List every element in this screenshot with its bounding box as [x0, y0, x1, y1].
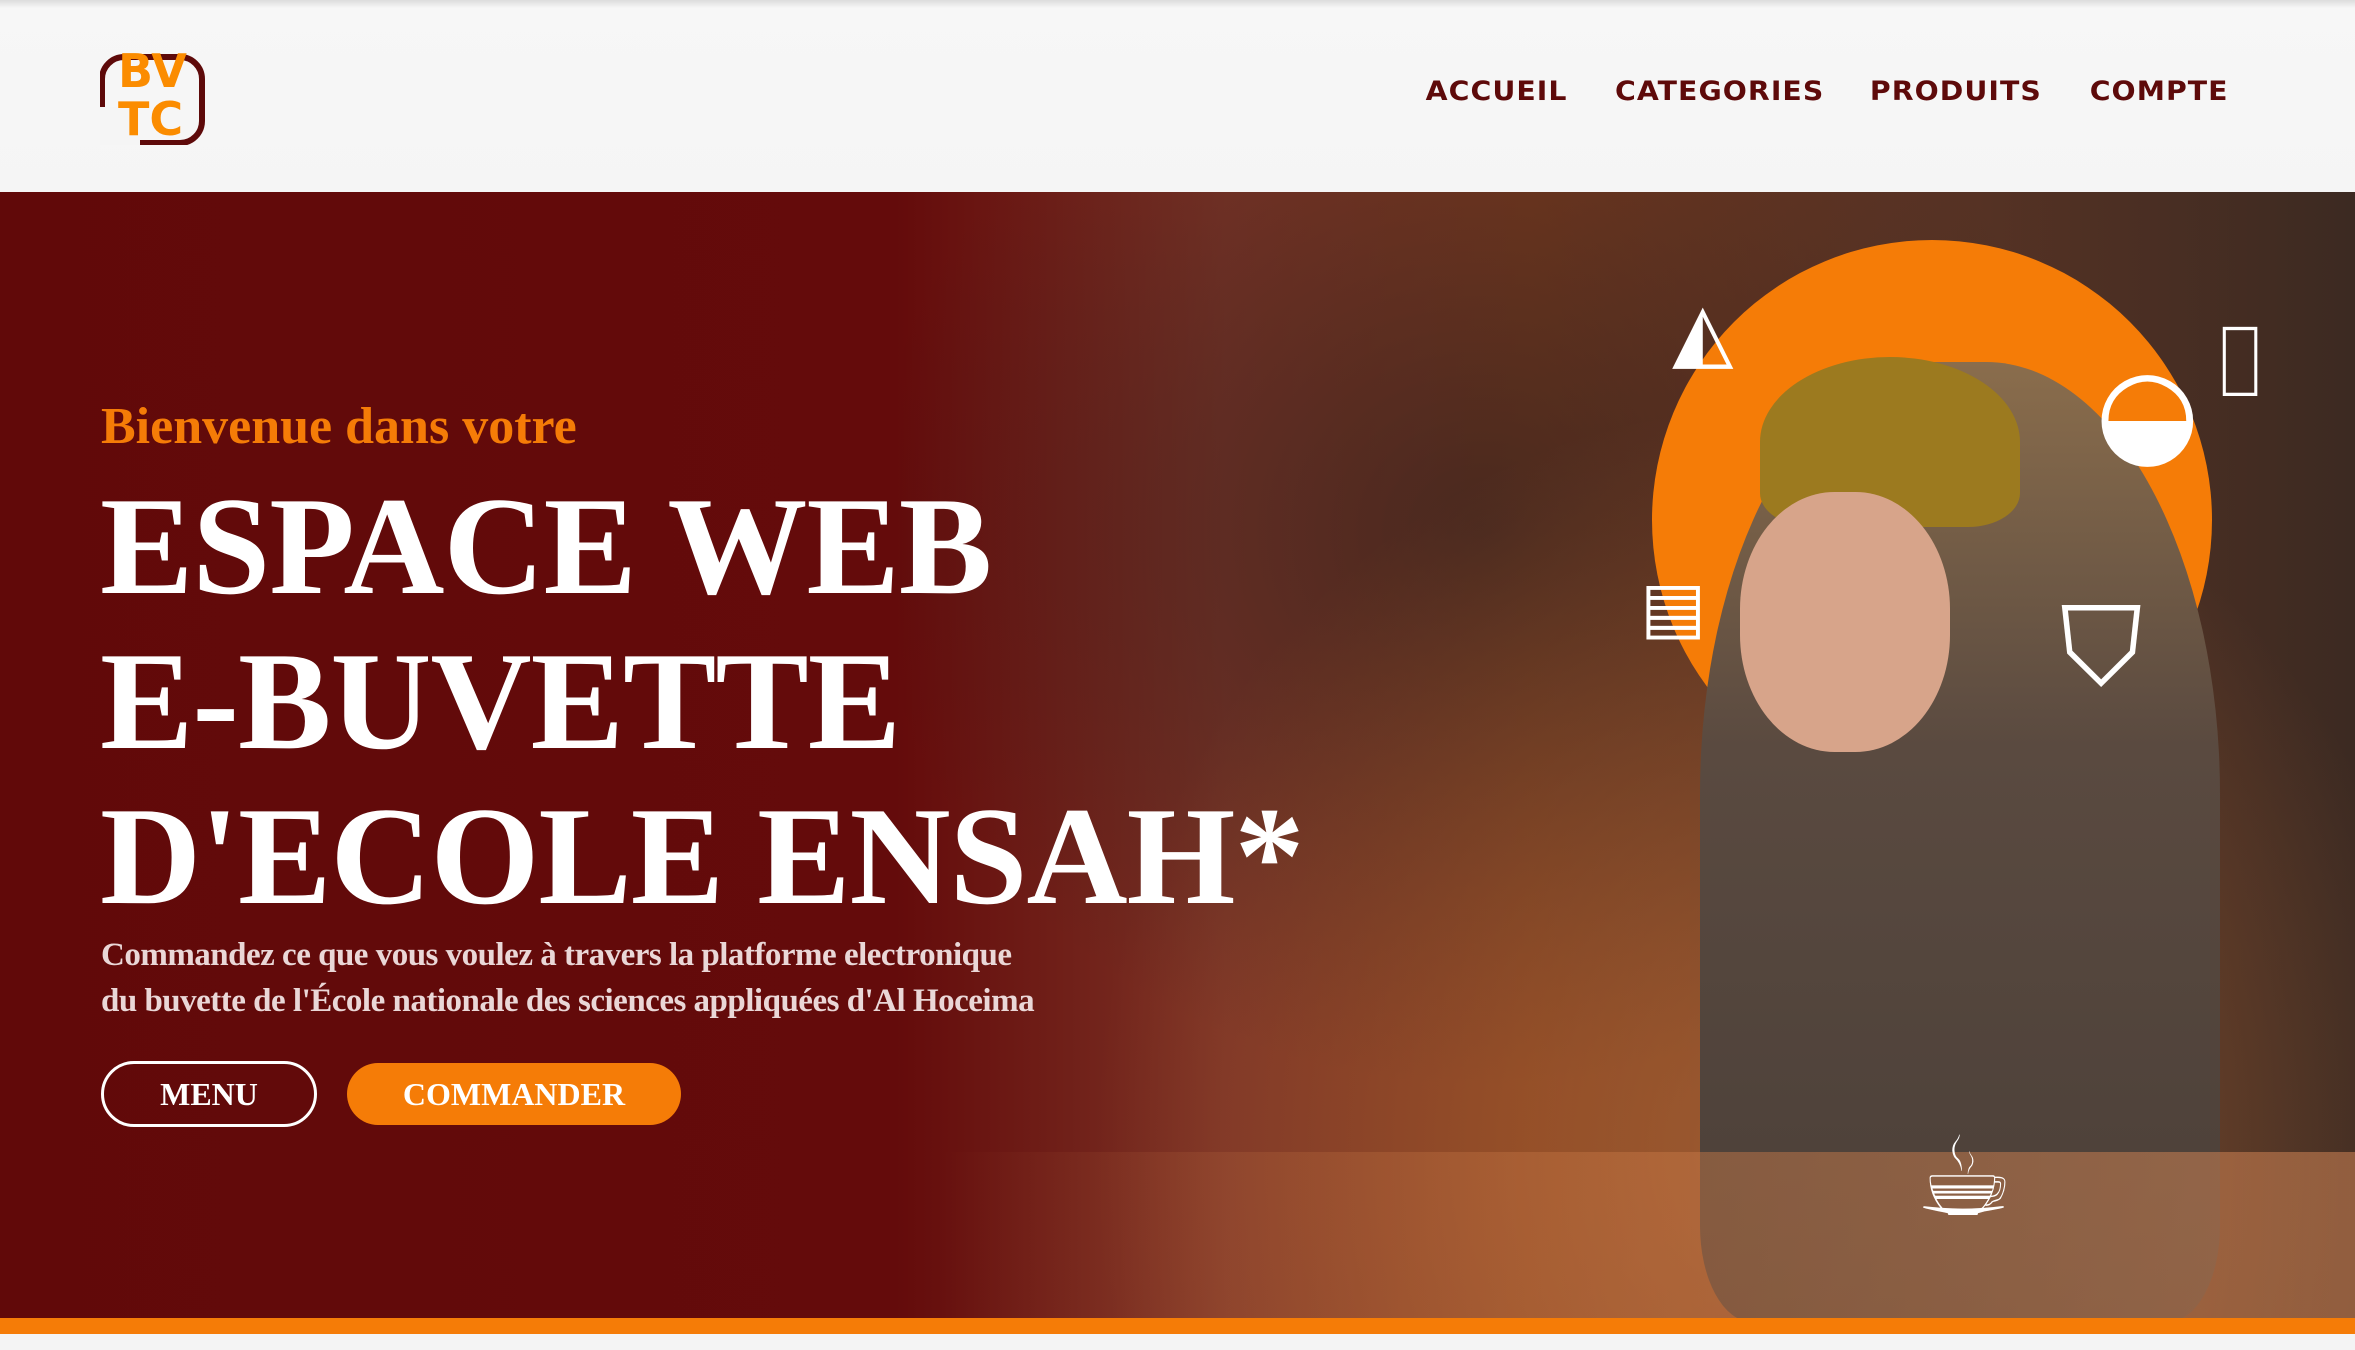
cake-icon: ◭ — [1672, 285, 1734, 378]
hero-subtitle: Commandez ce que vous voulez à travers l… — [101, 932, 1201, 1024]
hero-title-line-2: E-BUVETTE — [100, 624, 901, 779]
header: BV TC ACCUEIL CATEGORIES PRODUITS COMPTE — [0, 0, 2355, 192]
svg-text:BV: BV — [118, 44, 187, 98]
hero-title-line-3: D'ECOLE ENSAH* — [100, 779, 1304, 934]
drink-icon: ⌷ — [2210, 303, 2270, 420]
welcome-text: Bienvenue dans votre — [101, 398, 577, 455]
hero-title-line-1: ESPACE WEB — [100, 469, 992, 624]
main-nav: ACCUEIL CATEGORIES PRODUITS COMPTE — [1426, 76, 2228, 107]
nav-accueil[interactable]: ACCUEIL — [1426, 76, 1568, 107]
nav-compte[interactable]: COMPTE — [2089, 76, 2228, 107]
nav-categories[interactable]: CATEGORIES — [1615, 76, 1824, 107]
subtitle-line-1: Commandez ce que vous voulez à travers l… — [101, 937, 1012, 973]
menu-card-icon: ▤ — [1640, 566, 1707, 648]
barista-face — [1740, 492, 1950, 752]
menu-button[interactable]: MENU — [101, 1061, 317, 1127]
nav-produits[interactable]: PRODUITS — [1870, 76, 2042, 107]
commander-button[interactable]: COMMANDER — [347, 1063, 681, 1125]
logo[interactable]: BV TC — [100, 37, 210, 145]
coffee-cup-icon: ☕ — [1915, 1113, 2014, 1241]
burger-icon: ◒ — [2095, 342, 2200, 481]
fries-icon: ⛉ — [2060, 583, 2143, 711]
hero-section: ◭ ◒ ⌷ ⛉ ▤ ☕ Bienvenue dans votre ESPACE … — [0, 192, 2355, 1318]
svg-text:TC: TC — [118, 92, 183, 145]
subtitle-line-2: du buvette de l'École nationale des scie… — [101, 983, 1035, 1019]
accent-bar — [0, 1318, 2355, 1334]
